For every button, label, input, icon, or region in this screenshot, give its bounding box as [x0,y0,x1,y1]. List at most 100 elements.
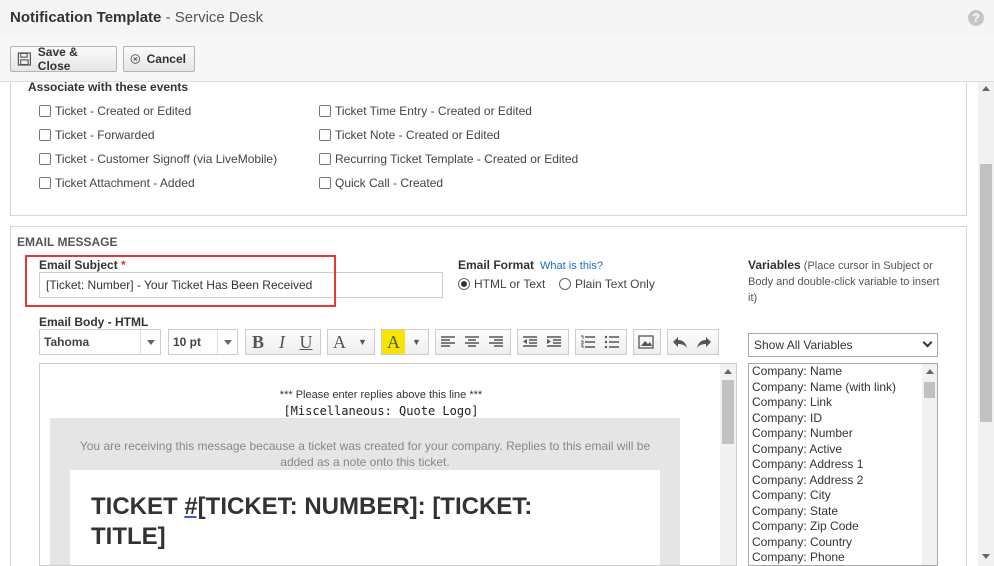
variable-item[interactable]: Company: Country [749,535,937,551]
align-center-icon[interactable] [460,330,484,354]
variable-item[interactable]: Company: Address 1 [749,457,937,473]
highlight-color-group[interactable]: A ▼ [381,329,429,355]
event-time-entry[interactable]: Ticket Time Entry - Created or Edited [319,104,532,118]
checkbox[interactable] [319,105,331,117]
bold-icon[interactable]: B [246,330,270,354]
checkbox[interactable] [319,153,331,165]
italic-icon[interactable]: I [270,330,294,354]
variable-item[interactable]: Company: Number [749,426,937,442]
indent-group [517,329,569,355]
font-family-select[interactable]: Tahoma [39,329,161,355]
email-message-heading: EMAIL MESSAGE [17,235,118,249]
font-size-select[interactable]: 10 pt [168,329,238,355]
page-scrollbar[interactable] [978,82,994,566]
event-label: Recurring Ticket Template - Created or E… [335,152,579,166]
variable-item[interactable]: Company: ID [749,411,937,427]
checkbox[interactable] [39,153,51,165]
format-plain-option[interactable]: Plain Text Only [559,277,655,291]
event-customer-signoff[interactable]: Ticket - Customer Signoff (via LiveMobil… [39,152,277,166]
scroll-thumb[interactable] [980,164,992,422]
chevron-down-icon[interactable]: ▼ [405,330,428,354]
event-ticket-created[interactable]: Ticket - Created or Edited [39,104,191,118]
format-html-option[interactable]: HTML or Text [458,277,545,291]
indent-icon[interactable] [542,330,566,354]
underline-icon[interactable]: U [294,330,318,354]
variables-scrollbar[interactable] [922,364,937,565]
variable-item[interactable]: Company: City [749,488,937,504]
event-label: Quick Call - Created [335,176,444,190]
highlight-annotation [25,255,336,307]
checkbox[interactable] [39,105,51,117]
scroll-up-icon[interactable] [724,369,732,374]
outdent-icon[interactable] [518,330,542,354]
event-label: Ticket - Forwarded [55,128,155,142]
event-attachment-added[interactable]: Ticket Attachment - Added [39,176,195,190]
event-label: Ticket Time Entry - Created or Edited [335,104,532,118]
font-family-value: Tahoma [44,335,90,349]
variables-filter-select[interactable]: Show All Variables [748,333,938,357]
editor-toolbar: Tahoma 10 pt B I U A ▼ A ▼ [39,329,724,357]
events-heading: Associate with these events [28,80,189,94]
scroll-up-icon[interactable] [982,86,990,91]
chevron-down-icon[interactable]: ▼ [351,330,374,354]
checkbox[interactable] [319,129,331,141]
event-ticket-forwarded[interactable]: Ticket - Forwarded [39,128,155,142]
radio-button[interactable] [559,278,571,290]
align-right-icon[interactable] [484,330,508,354]
font-color-icon[interactable]: A [328,330,351,354]
notice-text: You are receiving this message because a… [79,439,651,469]
text-style-group: B I U [245,329,321,355]
scroll-thumb[interactable] [722,380,734,444]
ticket-card: TICKET #[TICKET: NUMBER]: [TICKET: TITLE… [70,470,660,565]
variable-item[interactable]: Company: State [749,504,937,520]
scroll-thumb[interactable] [924,382,935,398]
event-quick-call[interactable]: Quick Call - Created [319,176,443,190]
email-body-label: Email Body - HTML [39,315,149,329]
event-ticket-note[interactable]: Ticket Note - Created or Edited [319,128,500,142]
chevron-down-icon [140,330,160,354]
variable-item[interactable]: Company: Zip Code [749,519,937,535]
undo-icon[interactable] [668,330,692,354]
numbered-list-icon[interactable] [576,330,600,354]
what-is-this-link[interactable]: What is this? [540,260,603,272]
scroll-down-icon[interactable] [982,554,990,559]
event-label: Ticket Note - Created or Edited [335,128,500,142]
variable-item[interactable]: Company: Address 2 [749,473,937,489]
variables-title: Variables [748,258,801,272]
chevron-down-icon [922,337,933,348]
scroll-up-icon[interactable] [926,369,934,374]
variable-item[interactable]: Company: Name [749,364,937,380]
highlight-color-icon[interactable]: A [382,330,405,354]
radio-button[interactable] [458,278,470,290]
font-color-group[interactable]: A ▼ [327,329,375,355]
variables-list[interactable]: Company: Name Company: Name (with link) … [748,363,938,566]
ticket-heading: TICKET #[TICKET: NUMBER]: [TICKET: TITLE… [91,492,611,552]
ticket-heading-hash: #[ [184,493,206,520]
event-label: Ticket - Customer Signoff (via LiveMobil… [55,152,278,166]
message-container: You are receiving this message because a… [50,418,680,565]
list-group [575,329,627,355]
editor-scrollbar[interactable] [720,364,736,565]
variable-item[interactable]: Company: Active [749,442,937,458]
variable-item[interactable]: Company: Name (with link) [749,380,937,396]
format-plain-label: Plain Text Only [575,277,655,291]
redo-icon[interactable] [692,330,716,354]
bullet-list-icon[interactable] [600,330,624,354]
variables-label: Variables (Place cursor in Subject or Bo… [748,257,948,306]
variable-item[interactable]: Company: Phone [749,550,937,565]
chevron-down-icon [217,330,237,354]
format-html-label: HTML or Text [474,277,546,291]
events-panel [10,82,967,216]
ticket-heading-prefix: TICKET [91,493,185,520]
history-group [667,329,719,355]
variables-filter-value: Show All Variables [754,338,853,352]
checkbox[interactable] [319,177,331,189]
checkbox[interactable] [39,129,51,141]
image-group [633,329,661,355]
email-body-editor[interactable]: *** Please enter replies above this line… [39,363,737,566]
variable-item[interactable]: Company: Link [749,395,937,411]
insert-image-icon[interactable] [634,330,658,354]
checkbox[interactable] [39,177,51,189]
align-left-icon[interactable] [436,330,460,354]
event-recurring-template[interactable]: Recurring Ticket Template - Created or E… [319,152,578,166]
